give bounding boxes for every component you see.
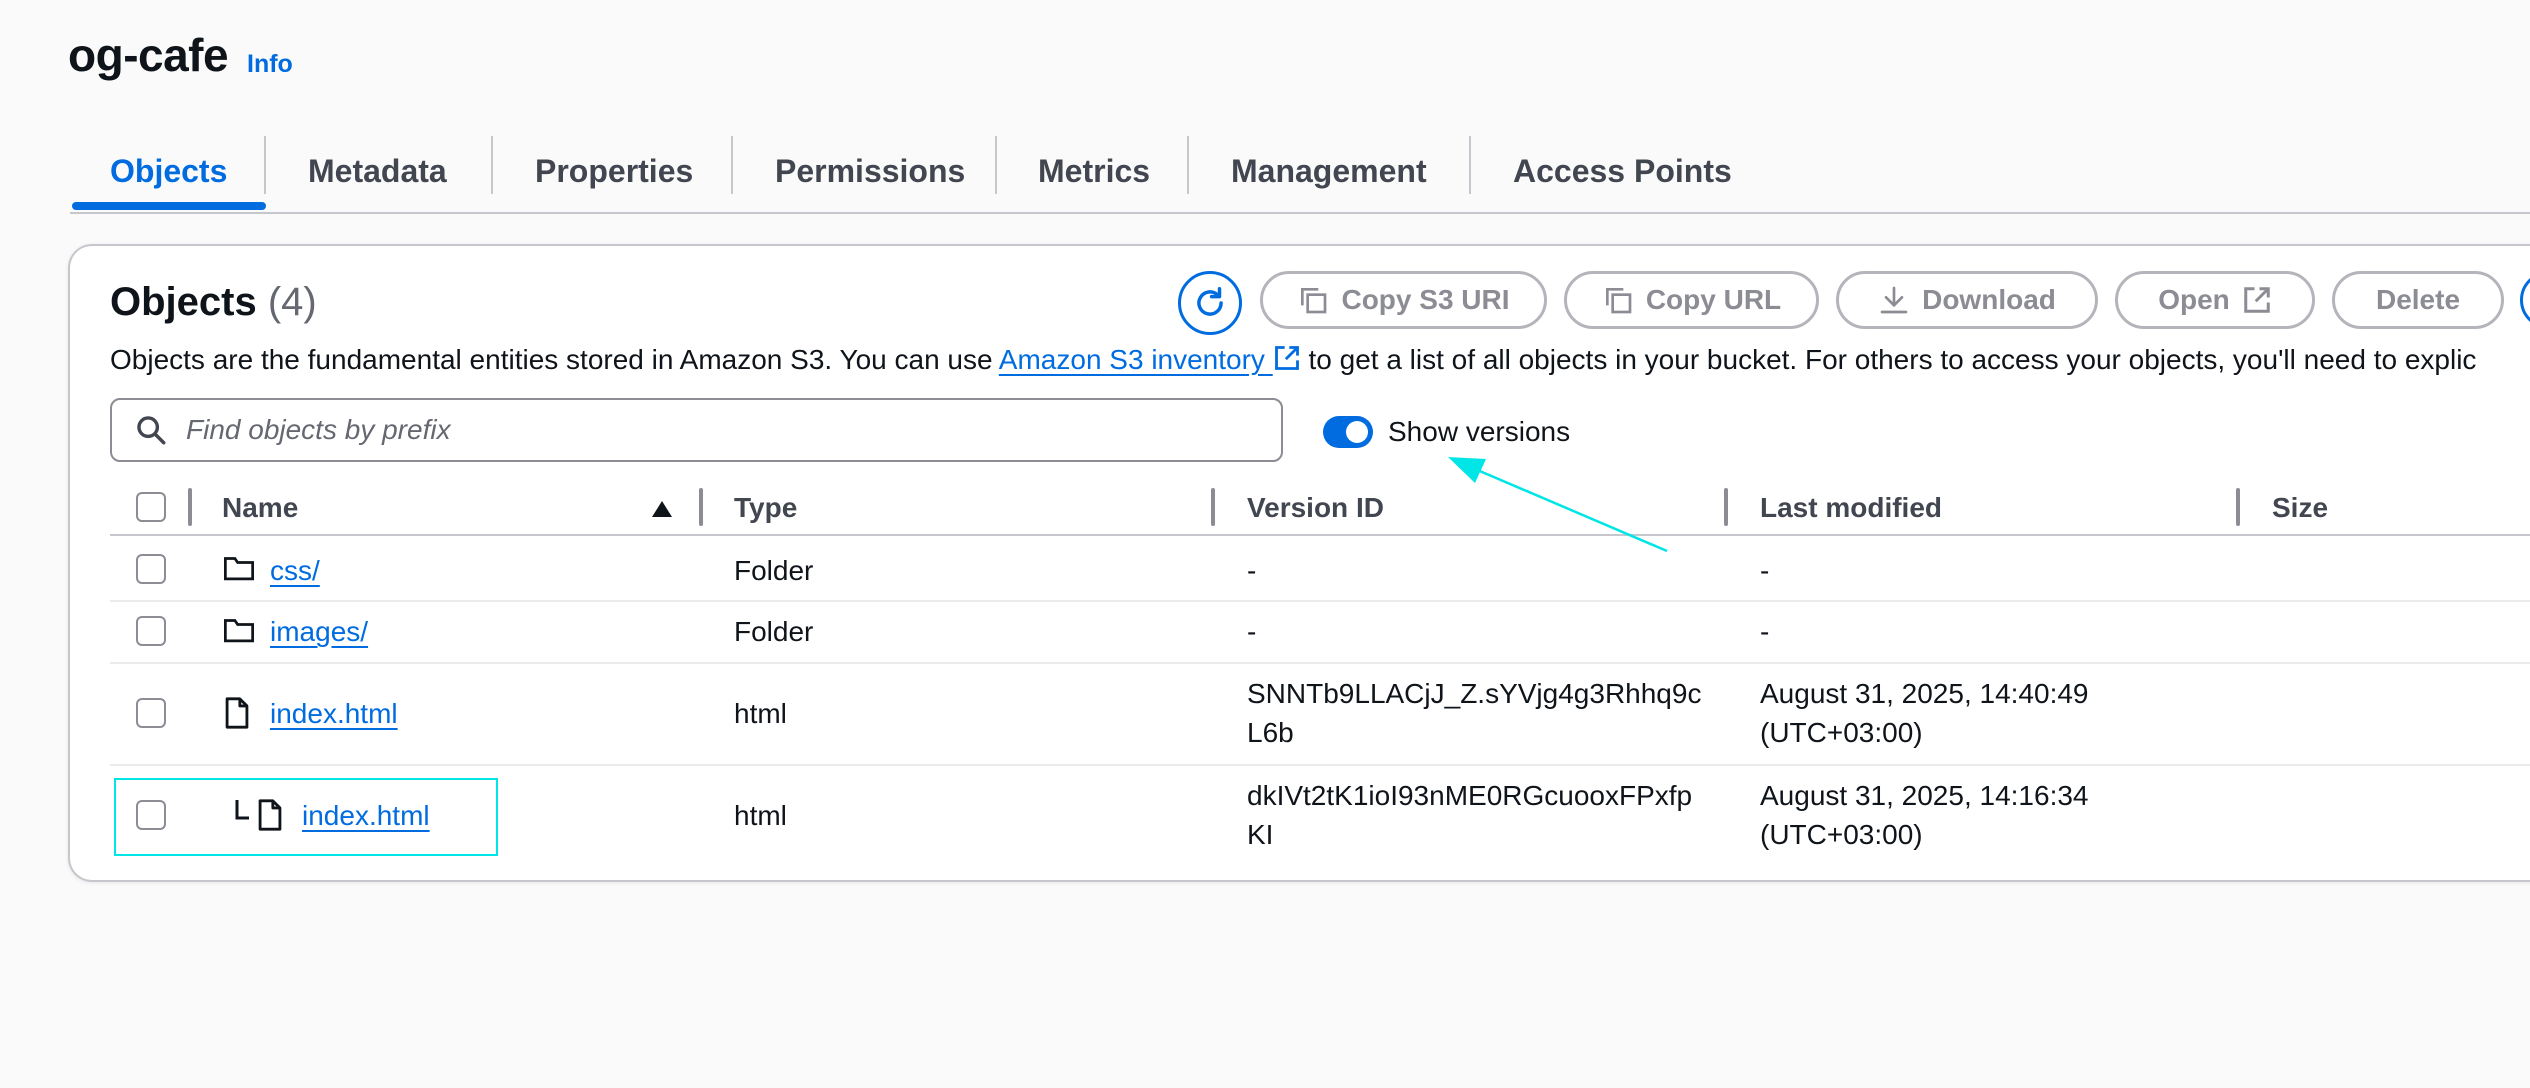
column-header-size[interactable]: Size (2272, 492, 2328, 524)
tab-active-indicator (72, 202, 266, 210)
column-header-type[interactable]: Type (734, 492, 797, 524)
show-versions-label: Show versions (1388, 416, 1571, 447)
show-versions-toggle[interactable] (1323, 416, 1373, 448)
tab-metadata[interactable]: Metadata (308, 130, 447, 212)
table-header-divider (110, 534, 2530, 536)
search-placeholder: Find objects by prefix (186, 414, 451, 445)
row-checkbox[interactable] (136, 554, 166, 584)
tab-divider (264, 136, 266, 194)
object-version-id-continued: L6b (1247, 717, 1294, 748)
toggle-knob (1346, 421, 1368, 443)
object-version-id: - (1247, 555, 1257, 586)
column-divider (1211, 488, 1215, 526)
tab-management[interactable]: Management (1231, 130, 1427, 212)
copy-s3-uri-button[interactable]: Copy S3 URI (1260, 271, 1547, 329)
delete-button[interactable]: Delete (2332, 271, 2504, 329)
object-type: html (734, 800, 787, 831)
annotation-highlight-box (114, 778, 498, 856)
s3-inventory-link-label: Amazon S3 inventory (998, 344, 1265, 375)
object-last-modified: August 31, 2025, 14:40:49 (1760, 678, 2089, 709)
object-name-link[interactable]: index.html (270, 694, 398, 734)
copy-url-label: Copy URL (1645, 284, 1782, 315)
tab-divider (1469, 136, 1471, 194)
refresh-icon (1197, 287, 1223, 316)
object-version-id: SNNTb9LLACjJ_Z.sYVjg4g3Rhhq9c (1247, 678, 1702, 709)
refresh-button[interactable] (1178, 271, 1242, 335)
tab-access-points[interactable]: Access Points (1513, 130, 1732, 212)
tab-bar: Objects Metadata Properties Permissions … (70, 130, 2530, 214)
row-divider (110, 764, 2530, 766)
row-checkbox[interactable] (136, 698, 166, 728)
object-type: Folder (734, 555, 814, 586)
object-name-link[interactable]: images/ (270, 612, 368, 652)
description-prefix: Objects are the fundamental entities sto… (110, 344, 999, 375)
objects-description: Objects are the fundamental entities sto… (110, 344, 2476, 376)
objects-panel-title: Objects (4) (110, 280, 317, 325)
object-last-modified-timezone: (UTC+03:00) (1760, 717, 1923, 748)
copy-s3-uri-label: Copy S3 URI (1341, 284, 1510, 315)
tab-objects[interactable]: Objects (110, 130, 227, 212)
download-label: Download (1922, 284, 2056, 315)
info-link[interactable]: Info (247, 50, 293, 79)
objects-title-text: Objects (110, 280, 257, 324)
s3-inventory-link[interactable]: Amazon S3 inventory (999, 344, 1301, 375)
tab-properties[interactable]: Properties (535, 130, 693, 212)
delete-label: Delete (2375, 284, 2461, 315)
tab-permissions[interactable]: Permissions (775, 130, 965, 212)
copy-url-button[interactable]: Copy URL (1564, 271, 1819, 329)
column-header-version-id[interactable]: Version ID (1247, 492, 1384, 524)
open-label: Open (2158, 284, 2230, 315)
tab-divider (491, 136, 493, 194)
tab-metrics[interactable]: Metrics (1038, 130, 1150, 212)
column-divider (188, 488, 192, 526)
open-button[interactable]: Open (2115, 271, 2315, 329)
sort-ascending-icon[interactable] (651, 499, 673, 519)
column-divider (2236, 488, 2240, 526)
column-header-last-modified[interactable]: Last modified (1760, 492, 1942, 524)
tab-divider (995, 136, 997, 194)
file-icon (225, 697, 249, 729)
object-type: Folder (734, 616, 814, 647)
folder-icon (224, 619, 254, 643)
object-version-id: dkIVt2tK1ioI93nME0RGcuooxFPxfp (1247, 780, 1693, 811)
description-suffix: to get a list of all objects in your buc… (1300, 344, 2477, 375)
object-version-id-continued: KI (1247, 819, 1274, 850)
download-button[interactable]: Download (1836, 271, 2098, 329)
row-checkbox[interactable] (136, 616, 166, 646)
folder-icon (224, 557, 254, 581)
select-all-checkbox[interactable] (136, 492, 166, 522)
row-divider (110, 600, 2530, 602)
object-name-link[interactable]: css/ (270, 551, 320, 591)
search-icon (137, 416, 166, 445)
object-version-id: - (1247, 616, 1257, 647)
external-link-icon (1274, 346, 1299, 370)
objects-count: (4) (267, 280, 317, 324)
object-type: html (734, 698, 787, 729)
bucket-title: og-cafe (68, 29, 229, 81)
column-header-name[interactable]: Name (222, 492, 298, 524)
object-last-modified: August 31, 2025, 14:16:34 (1760, 780, 2089, 811)
external-link-icon (2244, 287, 2270, 313)
column-divider (699, 488, 703, 526)
object-last-modified: - (1760, 555, 1770, 586)
copy-icon (1605, 288, 1632, 314)
object-last-modified-timezone: (UTC+03:00) (1760, 819, 1923, 850)
tab-divider (1187, 136, 1189, 194)
tab-divider (731, 136, 733, 194)
column-divider (1724, 488, 1728, 526)
object-last-modified: - (1760, 616, 1770, 647)
download-icon (1880, 286, 1908, 314)
copy-icon (1301, 288, 1327, 314)
row-divider (110, 662, 2530, 664)
search-input[interactable]: Find objects by prefix (110, 398, 1283, 462)
